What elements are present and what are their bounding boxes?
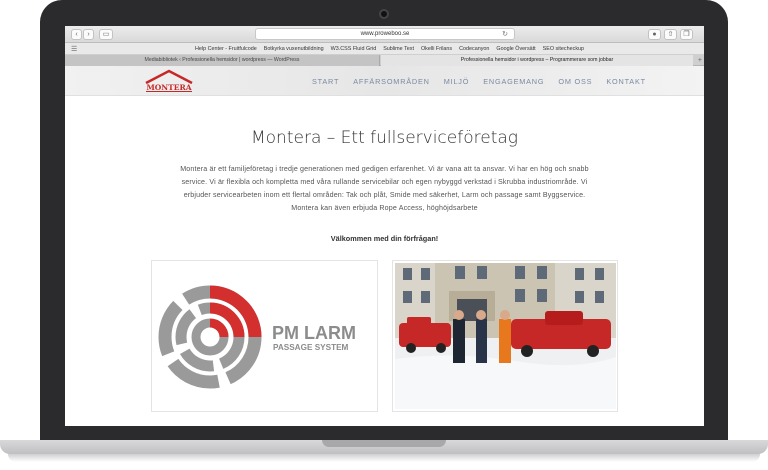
- bookmark-item[interactable]: Okelli Frilans: [421, 43, 452, 55]
- bookmark-item[interactable]: Sublime Text: [383, 43, 414, 55]
- pm-larm-logo: PM LARM PASSAGE SYSTEM: [158, 285, 356, 389]
- tabs-overview-icon[interactable]: ❐: [680, 29, 693, 40]
- site-header: MONTERA START AFFÄRSOMRÅDEN MILJÖ ENGAGE…: [65, 66, 704, 96]
- team-photo-card[interactable]: [392, 260, 618, 412]
- reload-icon[interactable]: ↻: [502, 29, 508, 40]
- address-bar[interactable]: www.proweboo.se ↻: [255, 28, 515, 40]
- tab-mediabibliotek[interactable]: Mediabibliotek ‹ Professionella hemsidor…: [65, 55, 380, 66]
- bookmarks-menu-icon[interactable]: ☰: [71, 45, 77, 53]
- main-nav: START AFFÄRSOMRÅDEN MILJÖ ENGAGEMANG OM …: [312, 66, 646, 96]
- pm-larm-tagline: PASSAGE SYSTEM: [273, 343, 349, 352]
- bookmark-item[interactable]: Help Center - Fruitfulcode: [195, 43, 257, 55]
- laptop-frame: ‹ › ▭ www.proweboo.se ↻ ● ⇧ ❐ ☰ Help Cen…: [40, 0, 728, 440]
- laptop-shadow: [8, 454, 760, 462]
- bookmark-item[interactable]: SEO sitecheckup: [543, 43, 584, 55]
- screen: ‹ › ▭ www.proweboo.se ↻ ● ⇧ ❐ ☰ Help Cen…: [65, 26, 704, 426]
- page-title: Montera – Ett fullserviceföretag: [250, 128, 518, 148]
- bookmarks-list: Help Center - Fruitfulcode Botkyrka vuxe…: [195, 43, 584, 55]
- nav-item-kontakt[interactable]: KONTAKT: [606, 77, 646, 86]
- nav-item-engagemang[interactable]: ENGAGEMANG: [483, 77, 544, 86]
- nav-item-start[interactable]: START: [312, 77, 339, 86]
- forward-icon[interactable]: ›: [83, 29, 94, 40]
- page-content: Montera – Ett fullserviceföretag Montera…: [65, 96, 704, 426]
- bookmarks-bar: ☰ Help Center - Fruitfulcode Botkyrka vu…: [65, 43, 704, 55]
- montera-logo[interactable]: MONTERA: [143, 69, 195, 93]
- welcome-text: Välkommen med din förfrågan!: [330, 234, 439, 243]
- tab-bar: Mediabibliotek ‹ Professionella hemsidor…: [65, 55, 704, 66]
- browser-toolbar: ‹ › ▭ www.proweboo.se ↻ ● ⇧ ❐: [65, 26, 704, 43]
- sidebar-icon[interactable]: ▭: [99, 29, 113, 40]
- tab-professionella-hemsidor[interactable]: Professionella hemsidor i wordpress – Pr…: [381, 55, 693, 66]
- new-tab-icon[interactable]: +: [698, 56, 702, 65]
- intro-line: Montera är ett familjeföretag i tredje g…: [180, 165, 589, 173]
- camera-icon: [379, 9, 389, 19]
- intro-line: service. Vi är flexibla och kompletta me…: [181, 178, 588, 186]
- laptop-notch: [322, 440, 446, 447]
- share-icon[interactable]: ⇧: [664, 29, 677, 40]
- intro-text: Montera är ett familjeföretag i tredje g…: [153, 163, 616, 215]
- url-text: www.proweboo.se: [360, 31, 410, 37]
- pm-larm-card[interactable]: PM LARM PASSAGE SYSTEM: [151, 260, 378, 412]
- pm-larm-name: PM LARM: [272, 323, 356, 343]
- nav-item-miljo[interactable]: MILJÖ: [444, 77, 470, 86]
- team-photo: [395, 263, 616, 409]
- bookmark-item[interactable]: W3.CSS Fluid Grid: [331, 43, 377, 55]
- nav-item-om-oss[interactable]: OM OSS: [558, 77, 592, 86]
- download-icon[interactable]: ●: [648, 29, 661, 40]
- back-icon[interactable]: ‹: [71, 29, 82, 40]
- bookmark-item[interactable]: Codecanyon: [459, 43, 489, 55]
- bookmark-item[interactable]: Botkyrka vuxenutbildning: [264, 43, 324, 55]
- intro-line: Montera kan även erbjuda Rope Access, hö…: [291, 204, 478, 212]
- intro-line: erbjuder servicearbeten inom ett flertal…: [183, 191, 586, 199]
- bookmark-item[interactable]: Google Översätt: [496, 43, 535, 55]
- nav-item-affarsomraden[interactable]: AFFÄRSOMRÅDEN: [353, 77, 429, 86]
- logo-text: MONTERA: [146, 83, 191, 92]
